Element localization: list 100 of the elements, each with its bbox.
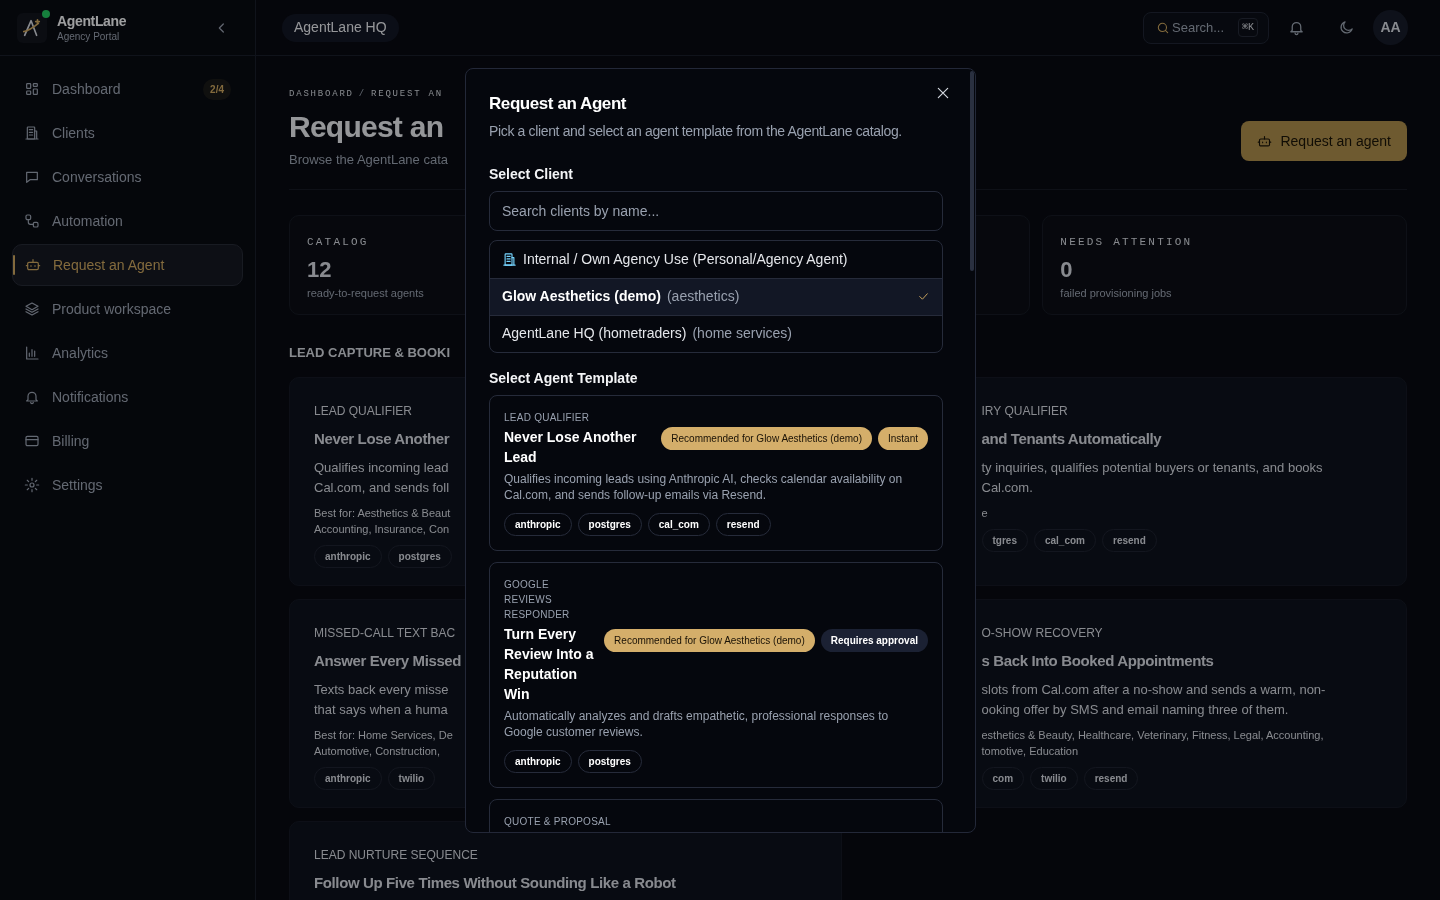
page-subtitle: Browse the AgentLane cata [289,150,448,169]
sidebar-item[interactable]: Dashboard 2/4 [12,68,243,110]
close-button[interactable] [935,85,951,101]
workflow-icon [24,213,40,229]
breadcrumb-link[interactable]: REQUEST AN [371,88,444,102]
robot-icon [25,257,41,273]
template-category: QUOTE & PROPOSAL [504,814,612,829]
robot-icon [1257,133,1273,149]
agent-category: O-SHOW RECOVERY [981,624,1103,642]
chat-bubble-icon [24,169,40,185]
client-option[interactable]: Internal / Own Agency Use (Personal/Agency Agent) [490,240,942,278]
template-badge: Recommended for Glow Aesthetics (demo) [604,628,815,652]
agent-title: Never Lose Another [314,428,450,449]
sidebar-item[interactable]: Settings [12,464,243,506]
template-description: Automatically analyzes and drafts empathetic, professional responses to Google customer reviews. [504,707,890,740]
stat-value: 0 [1060,255,1073,284]
sidebar-item[interactable]: Automation [12,200,243,242]
agent-category: MISSED-CALL TEXT BAC [314,624,456,642]
template-category: LEAD QUALIFIER [504,410,591,425]
moon-icon [1337,19,1355,36]
template-badge: Requires approval [820,628,928,652]
client-name: Glow Aesthetics (demo) [502,287,661,306]
description-line: ooking offer by SMS and email naming three of them. [981,701,1289,719]
search-input[interactable]: Search... [1172,17,1236,38]
sidebar-item[interactable]: Analytics [12,332,243,374]
brand-subtitle: Agency Portal [57,29,121,43]
best-for-line: Best for: Aesthetics & Beaut [314,506,451,521]
agent-category: LEAD QUALIFIER [314,402,413,420]
scrollbar-thumb[interactable] [970,71,974,271]
section-heading: LEAD CAPTURE & BOOKI [289,344,451,362]
stat-caption: ready-to-request agents [307,285,424,301]
template-description: Qualifies incoming leads using Anthropic AI, checks calendar availability on Cal.com, and sends follow-up emails via Resend. [504,470,904,503]
field-label: Select Client [489,164,575,184]
description-line: Texts back every misse [314,681,449,699]
description-line: ty inquiries, qualifies potential buyers or tenants, and books [981,459,1323,477]
dialog-subtitle: Pick a client and select an agent template from the AgentLane catalog. [489,121,903,141]
dialog-title: Request an Agent [489,93,628,115]
agent-title: s Back Into Booked Appointments [981,650,1214,671]
sidebar-item[interactable]: Product workspace [12,288,243,330]
building-icon [24,125,40,141]
sidebar-item[interactable]: Notifications [12,376,243,418]
client-option[interactable]: AgentLane HQ (hometraders) (home services) [490,314,942,352]
template-badge: Instant [877,426,928,450]
client-option[interactable]: Glow Aesthetics (demo) (aesthetics) [490,277,942,315]
best-for-line: tomotive, Education [981,744,1079,759]
best-for-line: Accounting, Insurance, Con [314,522,450,537]
search-field[interactable]: Search... ⌘K [1143,11,1269,44]
search-icon [1156,20,1170,35]
bell-icon [24,389,40,405]
template-title: Turn Every Review Into a Reputation Win [504,624,595,704]
agent-title: Follow Up Five Times Without Sounding Like a Robot [314,872,676,893]
client-industry: (home services) [692,324,793,343]
description-line: slots from Cal.com after a no-show and sends a warm, non- [981,681,1326,699]
checkmark-icon [917,290,930,303]
settings-icon [24,477,40,493]
sidebar-item[interactable]: Conversations [12,156,243,198]
sidebar-item[interactable]: Clients [12,112,243,154]
best-for-line: Automotive, Construction, [314,744,440,759]
stat-label: CATALOG [307,235,369,250]
best-for-line: esthetics & Beauty, Healthcare, Veterinary, Fitness, Legal, Accounting, [981,728,1324,743]
close-icon [935,85,951,101]
description-line: Cal.com. [981,479,1033,497]
client-industry: (aesthetics) [666,287,740,306]
stat-value: 12 [307,255,332,284]
workspace-switcher[interactable]: AgentLane HQ [282,13,399,42]
description-line: Cal.com, and sends foll [314,479,450,497]
breadcrumb-link[interactable]: DASHBOARD [289,88,354,102]
stat-label: NEEDS ATTENTION [1060,235,1193,250]
user-avatar[interactable]: AA [1373,10,1408,45]
sidebar-item[interactable]: Request an Agent [12,244,243,286]
description-line: Qualifies incoming lead [314,459,449,477]
page-title: Request an [289,108,444,145]
shortcut-hint: ⌘K [1238,18,1259,37]
agent-category: IRY QUALIFIER [981,402,1068,420]
stat-caption: failed provisioning jobs [1060,285,1172,301]
brand-name: AgentLane [57,12,128,30]
template-title: Never Lose Another Lead [504,427,638,467]
client-name: AgentLane HQ (hometraders) [502,324,687,343]
template-badge: Recommended for Glow Aesthetics (demo) [661,426,872,450]
best-for-line: Best for: Home Services, De [314,728,453,743]
template-card[interactable] [489,561,943,788]
template-category: GOOGLE REVIEWS RESPONDER [504,577,571,622]
template-card[interactable] [489,394,943,551]
sidebar-item[interactable]: Billing [12,420,243,462]
bell-icon [1287,19,1305,36]
agent-title: Answer Every Missed [314,650,462,671]
agent-category: LEAD NURTURE SEQUENCE [314,846,478,864]
description-line: that says when a huma [314,701,448,719]
breadcrumb-separator: / [358,88,366,101]
layers-icon [24,301,40,317]
client-search-field[interactable]: Search clients by name... [489,190,943,231]
request-agent-button[interactable]: Request an agent [1241,121,1407,161]
bar-chart-icon [24,345,40,361]
count-badge: 2/4 [203,78,231,100]
template-card[interactable]: QUOTE & PROPOSAL [489,798,943,832]
field-label: Select Agent Template [489,368,639,388]
grid-icon [24,81,40,97]
agent-title: and Tenants Automatically [981,428,1162,449]
client-name: Internal / Own Agency Use (Personal/Agency Agent) [523,249,848,269]
office-building-icon [502,251,517,267]
